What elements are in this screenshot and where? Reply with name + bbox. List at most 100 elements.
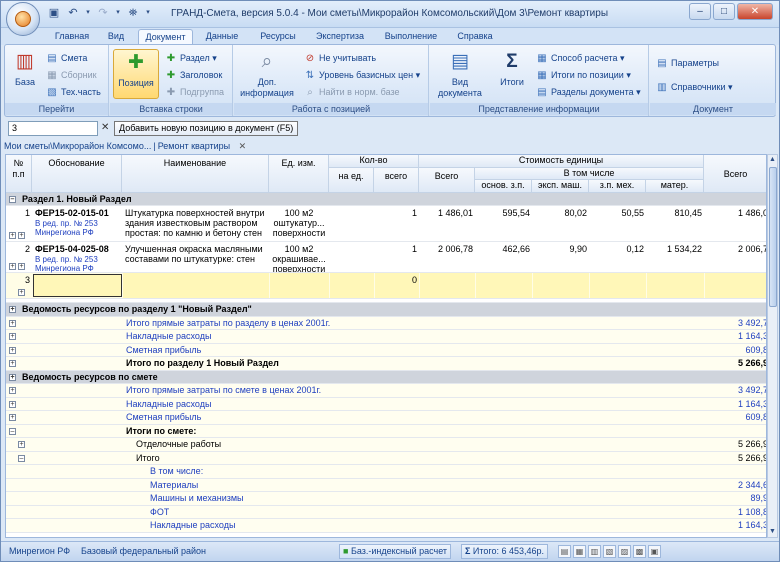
redo-icon[interactable]: ↷ bbox=[96, 6, 110, 20]
expand-icon[interactable]: + bbox=[9, 400, 16, 408]
tab-dannye[interactable]: Данные bbox=[201, 29, 243, 45]
table-row[interactable]: 1 + + ФЕР15-02-015-01 В ред. пр. № 253 М… bbox=[6, 206, 766, 242]
expand-icon[interactable]: + bbox=[9, 360, 16, 367]
summary-row[interactable]: + Накладные расходы 1 164,3 bbox=[6, 330, 766, 344]
maximize-button[interactable]: □ bbox=[713, 3, 735, 20]
expand-icon[interactable]: + bbox=[9, 346, 16, 354]
expand-icon[interactable]: + bbox=[9, 232, 16, 239]
sprav-button[interactable]: ▥ Справочники ▾ bbox=[656, 80, 732, 94]
expand-icon[interactable]: + bbox=[9, 373, 16, 381]
active-cell[interactable] bbox=[33, 274, 122, 297]
close-button[interactable]: ✕ bbox=[737, 3, 773, 20]
summary-row[interactable]: + Ведомость ресурсов по разделу 1 "Новый … bbox=[6, 303, 766, 317]
params-button[interactable]: ▤ Параметры bbox=[656, 56, 719, 70]
tab-resursy[interactable]: Ресурсы bbox=[256, 29, 300, 45]
expand-icon[interactable]: + bbox=[18, 232, 25, 239]
close-tab-icon[interactable]: ✕ bbox=[239, 141, 247, 151]
dop-info-button[interactable]: ⌕ Доп. информация bbox=[238, 49, 296, 99]
summary-row[interactable]: + Итого по разделу 1 Новый Раздел 5 266,9 bbox=[6, 357, 766, 371]
print-icon[interactable]: ▨ bbox=[618, 545, 631, 558]
summary-row[interactable]: ФОТ 1 108,8 bbox=[6, 505, 766, 519]
itogi-pos-button[interactable]: ▦ Итоги по позиции ▾ bbox=[536, 68, 631, 82]
summary-row[interactable]: Машины и механизмы 89,9 bbox=[6, 492, 766, 506]
razdely-button[interactable]: ▤ Разделы документа ▾ bbox=[536, 85, 640, 99]
razdel-button[interactable]: ✚ Раздел ▾ bbox=[165, 51, 217, 65]
summary-row[interactable]: + Отделочные работы 5 266,9 bbox=[6, 438, 766, 452]
tab-ekspertiza[interactable]: Экспертиза bbox=[313, 29, 367, 45]
summary-row[interactable]: + Итого прямые затраты по разделу в ценах… bbox=[6, 316, 766, 330]
new-row-zp-cell[interactable] bbox=[476, 273, 532, 298]
minimize-button[interactable]: – bbox=[689, 3, 711, 20]
summary-row[interactable]: Накладные расходы 1 164,3 bbox=[6, 519, 766, 533]
naiti-button[interactable]: ⌕ Найти в норм. базе bbox=[304, 85, 399, 99]
new-row-meh-cell[interactable] bbox=[590, 273, 646, 298]
doc-tab-current[interactable]: Ремонт квартиры bbox=[158, 141, 230, 151]
summary-row[interactable]: В том числе: bbox=[6, 465, 766, 479]
tab-glavnaya[interactable]: Главная bbox=[54, 29, 90, 45]
summary-row[interactable]: + Итого прямые затраты по смете в ценах 2… bbox=[6, 384, 766, 398]
summary-row[interactable]: + Сметная прибыль 609,8 bbox=[6, 411, 766, 425]
new-row-na-ed-cell[interactable] bbox=[330, 273, 374, 298]
redo-dropdown-icon[interactable]: ▾ bbox=[115, 6, 121, 20]
chart-icon[interactable]: ▥ bbox=[588, 545, 601, 558]
new-row-mat-cell[interactable] bbox=[647, 273, 704, 298]
tech-part-button[interactable]: ▧ Тех.часть bbox=[46, 85, 101, 99]
summary-row[interactable]: – Итого 5 266,9 bbox=[6, 451, 766, 465]
expand-icon[interactable]: – bbox=[18, 454, 25, 462]
summary-row[interactable]: + Ведомость ресурсов по смете bbox=[6, 370, 766, 384]
table-icon[interactable]: ▦ bbox=[573, 545, 586, 558]
calc-mode-indicator[interactable]: ■ Баз.-индексный расчет bbox=[339, 544, 452, 559]
uroven-button[interactable]: ⇅ Уровень базисных цен ▾ bbox=[304, 68, 420, 82]
scroll-thumb[interactable] bbox=[769, 167, 777, 307]
doc-view-button[interactable]: ▤ Вид документа bbox=[436, 49, 484, 99]
summary-row[interactable]: – Итоги по смете: bbox=[6, 424, 766, 438]
expand-icon[interactable]: + bbox=[9, 263, 16, 270]
tab-vid[interactable]: Вид bbox=[104, 29, 128, 45]
table-row[interactable]: 2 + + ФЕР15-04-025-08 В ред. пр. № 253 М… bbox=[6, 242, 766, 273]
section-row[interactable]: – Раздел 1. Новый Раздел bbox=[6, 193, 766, 206]
total-indicator[interactable]: Σ Итого: 6 453,46р. bbox=[461, 544, 549, 559]
doc-tab-path[interactable]: Мои сметы\Микрорайон Комсомо... bbox=[4, 141, 151, 151]
zagolovok-button[interactable]: ✚ Заголовок bbox=[165, 68, 223, 82]
row-qty[interactable]: 0 bbox=[375, 273, 419, 298]
new-row-mash-cell[interactable] bbox=[533, 273, 589, 298]
expand-icon[interactable]: + bbox=[9, 387, 16, 394]
cell-value-input[interactable]: 3 bbox=[8, 121, 98, 136]
itogi-button[interactable]: Σ Итоги bbox=[492, 49, 532, 88]
clear-icon[interactable]: ✕ bbox=[101, 122, 109, 133]
position-button[interactable]: ✚ Позиция bbox=[113, 49, 159, 99]
expand-icon[interactable]: + bbox=[9, 333, 16, 340]
expand-icon[interactable]: + bbox=[18, 441, 25, 448]
expand-icon[interactable]: + bbox=[18, 263, 25, 270]
ne-uchityvat-button[interactable]: ⊘ Не учитывать bbox=[304, 51, 376, 65]
vertical-scrollbar[interactable]: ▲ ▼ bbox=[767, 154, 778, 538]
new-row-name-cell[interactable] bbox=[123, 273, 269, 298]
summary-row[interactable]: + Накладные расходы 1 164,3 bbox=[6, 397, 766, 411]
tab-spravka[interactable]: Справка bbox=[455, 29, 495, 45]
undo-icon[interactable]: ↶ bbox=[66, 6, 80, 20]
sposob-button[interactable]: ▦ Способ расчета ▾ bbox=[536, 51, 624, 65]
new-position-row[interactable]: 3 + 0 bbox=[6, 273, 766, 299]
expand-icon[interactable]: + bbox=[18, 289, 25, 296]
doc-icon[interactable]: ▤ bbox=[558, 545, 571, 558]
expand-icon[interactable]: + bbox=[9, 414, 16, 421]
summary-row[interactable]: Материалы 2 344,6 bbox=[6, 478, 766, 492]
sbornik-button[interactable]: ▦ Сборник bbox=[46, 68, 96, 82]
undo-dropdown-icon[interactable]: ▾ bbox=[85, 6, 91, 20]
info-icon[interactable]: ▣ bbox=[648, 545, 661, 558]
podgruppa-button[interactable]: ✚ Подгруппа bbox=[165, 85, 224, 99]
binoculars-icon[interactable]: ⛯ bbox=[126, 6, 140, 20]
collapse-icon[interactable]: – bbox=[9, 196, 16, 203]
expand-icon[interactable]: – bbox=[9, 427, 16, 435]
calc-icon[interactable]: ▧ bbox=[603, 545, 616, 558]
summary-row[interactable]: + Сметная прибыль 609,8 bbox=[6, 343, 766, 357]
tab-vypolnenie[interactable]: Выполнение bbox=[381, 29, 441, 45]
new-row-all-cell[interactable] bbox=[705, 273, 766, 298]
new-row-total-cell[interactable] bbox=[420, 273, 475, 298]
smeta-button[interactable]: ▤ Смета bbox=[46, 51, 87, 65]
tab-dokument[interactable]: Документ bbox=[138, 29, 193, 45]
expand-icon[interactable]: + bbox=[9, 306, 16, 313]
new-row-unit-cell[interactable] bbox=[270, 273, 329, 298]
scroll-down-icon[interactable]: ▼ bbox=[768, 527, 777, 537]
scroll-up-icon[interactable]: ▲ bbox=[768, 155, 777, 165]
